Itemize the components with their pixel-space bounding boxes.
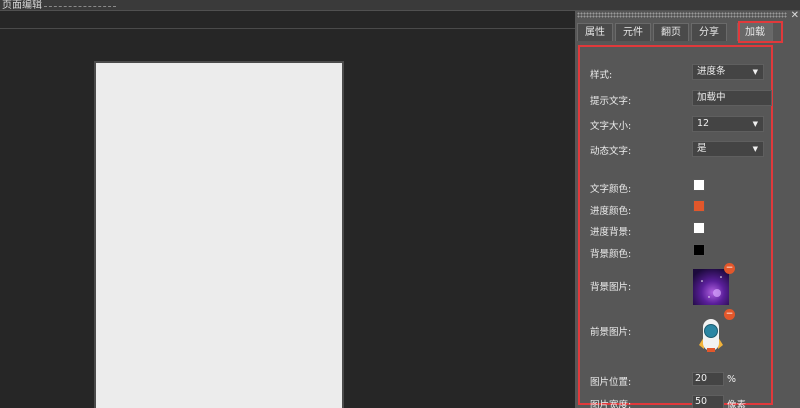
image-width-input[interactable]: 50	[692, 395, 724, 408]
remove-fg-image-button[interactable]: −	[724, 309, 735, 320]
phone-canvas-frame	[94, 61, 344, 408]
top-bar: 页面编辑	[0, 0, 800, 11]
style-select[interactable]: 进度条 ▼	[692, 64, 764, 80]
style-label: 样式:	[590, 70, 613, 81]
font-size-select[interactable]: 12 ▼	[692, 116, 764, 132]
close-icon[interactable]: ✕	[791, 10, 799, 21]
hint-text-label: 提示文字:	[590, 96, 632, 107]
tab-properties[interactable]: 属性	[577, 23, 613, 41]
image-position-label: 图片位置:	[590, 377, 632, 388]
remove-bg-image-button[interactable]: −	[724, 263, 735, 274]
dynamic-text-label: 动态文字:	[590, 146, 632, 157]
progress-bg-swatch[interactable]	[693, 222, 705, 234]
bg-color-swatch[interactable]	[693, 244, 705, 256]
hint-text-input[interactable]: 加载中	[692, 90, 772, 106]
workarea-divider	[0, 28, 575, 29]
image-width-label: 图片宽度:	[590, 400, 632, 408]
image-position-input[interactable]: 20	[692, 372, 724, 386]
text-color-swatch[interactable]	[693, 179, 705, 191]
fg-image-label: 前景图片:	[590, 327, 632, 338]
image-position-unit: %	[727, 374, 737, 385]
bg-image-thumbnail[interactable]: −	[693, 263, 735, 305]
editor-workarea	[0, 11, 575, 408]
fg-image-thumbnail[interactable]: −	[693, 309, 735, 352]
progress-color-label: 进度颜色:	[590, 206, 632, 217]
bg-color-label: 背景颜色:	[590, 249, 632, 260]
dynamic-text-select-value: 是	[697, 143, 707, 154]
tab-page-turn[interactable]: 翻页	[653, 23, 689, 41]
bg-image-label: 背景图片:	[590, 282, 632, 293]
loading-settings-form: 样式: 进度条 ▼ 提示文字: 加载中 文字大小: 12 ▼ 动态文字: 是 ▼…	[578, 45, 773, 408]
rocket-image-icon	[699, 319, 723, 352]
purple-galaxy-image-icon	[693, 269, 729, 305]
image-width-unit: 像素	[727, 400, 747, 408]
style-select-value: 进度条	[697, 66, 726, 77]
progress-bg-label: 进度背景:	[590, 227, 632, 238]
chevron-down-icon: ▼	[752, 120, 758, 128]
text-color-label: 文字颜色:	[590, 184, 632, 195]
properties-panel: ✕ 属性 元件 翻页 分享 加载 样式: 进度条 ▼ 提示文字: 加载中 文字大…	[575, 10, 800, 408]
tab-components[interactable]: 元件	[615, 23, 651, 41]
top-dashed-underline	[44, 6, 116, 7]
dynamic-text-select[interactable]: 是 ▼	[692, 141, 764, 157]
active-tab-highlight	[738, 21, 783, 43]
chevron-down-icon: ▼	[752, 68, 758, 76]
font-size-select-value: 12	[697, 118, 710, 129]
chevron-down-icon: ▼	[752, 145, 758, 153]
top-title: 页面编辑	[2, 0, 42, 11]
panel-drag-grip[interactable]	[577, 12, 787, 18]
tab-share[interactable]: 分享	[691, 23, 727, 41]
progress-color-swatch[interactable]	[693, 200, 705, 212]
font-size-label: 文字大小:	[590, 121, 632, 132]
phone-canvas-page[interactable]	[96, 63, 342, 408]
